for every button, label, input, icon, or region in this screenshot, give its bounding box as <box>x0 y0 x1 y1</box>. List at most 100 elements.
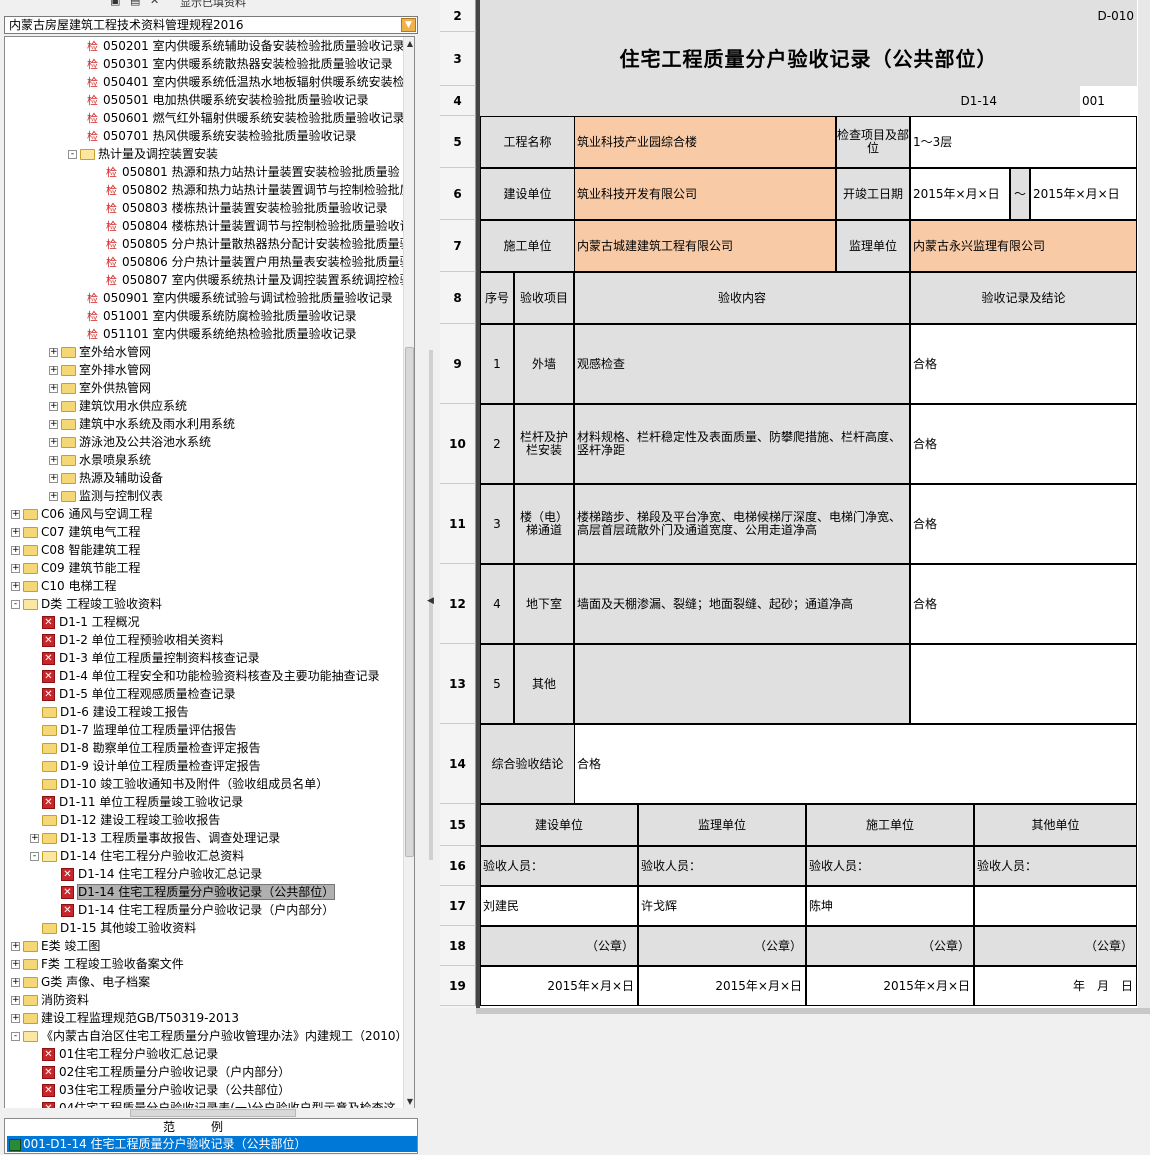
scroll-thumb[interactable] <box>405 347 414 857</box>
expand-icon[interactable]: + <box>11 978 20 987</box>
tree-node[interactable]: + 室外排水管网 <box>49 361 151 379</box>
owner-value[interactable]: 筑业科技开发有限公司 <box>574 168 836 220</box>
inspect-value[interactable]: 1～3层 <box>910 116 1137 168</box>
tree-node[interactable]: 检 050802 热源和热力站热计量装置调节与控制检验批质 <box>106 181 412 199</box>
row-header[interactable]: 15 <box>440 804 476 846</box>
tree-node[interactable]: 检 050701 热风供暖系统安装检验批质量验收记录 <box>87 127 357 145</box>
tree-node[interactable]: - 热计量及调控装置安装 <box>68 145 218 163</box>
expand-icon[interactable]: + <box>49 402 58 411</box>
sign-date[interactable]: 2015年×月×日 <box>806 966 974 1006</box>
tree-node[interactable]: ✕ D1-14 住宅工程质量分户验收记录（户内部分） <box>49 901 334 919</box>
item-result[interactable]: 合格 <box>910 564 1137 644</box>
spec-select[interactable]: 内蒙古房屋建筑工程技术资料管理规程2016 ▼ <box>4 16 418 34</box>
row-header[interactable]: 2 <box>440 0 476 32</box>
tree-node[interactable]: - D类 工程竣工验收资料 <box>11 595 162 613</box>
tree-node[interactable]: + 热源及辅助设备 <box>49 469 163 487</box>
row-header[interactable]: 3 <box>440 32 476 86</box>
tree-node[interactable]: + G类 声像、电子档案 <box>11 973 150 991</box>
row-header[interactable]: 10 <box>440 404 476 484</box>
sign-date[interactable]: 2015年×月×日 <box>480 966 638 1006</box>
item-result[interactable]: 合格 <box>910 404 1137 484</box>
tree-node[interactable]: ✕ D1-1 工程概况 <box>30 613 140 631</box>
sheet-vertical-scrollbar[interactable] <box>1138 0 1150 1008</box>
tree-node[interactable]: ✕ 01住宅工程分户验收汇总记录 <box>30 1045 218 1063</box>
row-header[interactable]: 13 <box>440 644 476 724</box>
row-header[interactable]: 12 <box>440 564 476 644</box>
tree-node[interactable]: + 建设工程监理规范GB/T50319-2013 <box>11 1009 239 1027</box>
tree-node[interactable]: + 监测与控制仪表 <box>49 487 163 505</box>
expand-icon[interactable]: + <box>11 996 20 1005</box>
tree-node[interactable]: 检 050806 分户热计量装置户用热量表安装检验批质量验 <box>106 253 412 271</box>
tree-node[interactable]: 检 050501 电加热供暖系统安装检验批质量验收记录 <box>87 91 369 109</box>
row-header[interactable]: 7 <box>440 220 476 272</box>
chevron-down-icon[interactable]: ▼ <box>401 18 416 32</box>
tree-node[interactable]: 检 050805 分户热计量散热器热分配计安装检验批质量验 <box>106 235 412 253</box>
collapse-icon[interactable]: - <box>68 150 77 159</box>
expand-icon[interactable]: + <box>11 942 20 951</box>
tree-node[interactable]: 检 050807 室内供暖系统热计量及调控装置系统调控检验 <box>106 271 412 289</box>
expand-icon[interactable]: + <box>49 348 58 357</box>
end-date[interactable]: 2015年×月×日 <box>1030 168 1137 220</box>
tree-node[interactable]: 检 050201 室内供暖系统辅助设备安装检验批质量验收记录 <box>87 37 405 55</box>
expand-icon[interactable]: + <box>49 384 58 393</box>
tree-node[interactable]: ✕ D1-11 单位工程质量竣工验收记录 <box>30 793 243 811</box>
row-header[interactable]: 11 <box>440 484 476 564</box>
scroll-down-icon[interactable]: ▼ <box>404 1095 414 1109</box>
pane-splitter[interactable]: ◀ <box>424 0 438 1155</box>
tree-node[interactable]: D1-7 监理单位工程质量评估报告 <box>30 721 237 739</box>
tree-node[interactable]: - 《内蒙古自治区住宅工程质量分户验收管理办法》内建规工（2010）1号 <box>11 1027 414 1045</box>
expand-icon[interactable]: + <box>11 510 20 519</box>
expand-icon[interactable]: + <box>11 564 20 573</box>
expand-icon[interactable]: + <box>11 582 20 591</box>
example-item[interactable]: 001-D1-14 住宅工程质量分户验收记录（公共部位） <box>7 1136 417 1152</box>
tree-node[interactable]: + 室外供热管网 <box>49 379 151 397</box>
tree-node[interactable]: ✕ D1-2 单位工程预验收相关资料 <box>30 631 224 649</box>
tree-node[interactable]: 检 050301 室内供暖系统散热器安装检验批质量验收记录 <box>87 55 393 73</box>
row-header[interactable]: 17 <box>440 886 476 926</box>
project-name-value[interactable]: 筑业科技产业园综合楼 <box>574 116 836 168</box>
tree-node[interactable]: 检 050401 室内供暖系统低温热水地板辐射供暖系统安装检 <box>87 73 405 91</box>
tree-node[interactable]: + 消防资料 <box>11 991 89 1009</box>
collapse-icon[interactable]: - <box>11 600 20 609</box>
item-result[interactable] <box>910 644 1137 724</box>
show-filled-button[interactable]: 显示已填资料 <box>180 0 246 9</box>
tree-horizontal-scrollbar[interactable] <box>4 1108 415 1118</box>
doc-number[interactable]: 001 <box>1080 86 1137 116</box>
sign-date[interactable]: 2015年×月×日 <box>638 966 806 1006</box>
expand-icon[interactable]: + <box>11 528 20 537</box>
toolbar-icon-3[interactable]: ✕ <box>150 0 159 8</box>
expand-icon[interactable]: + <box>30 834 39 843</box>
tree-node[interactable]: D1-8 勘察单位工程质量检查评定报告 <box>30 739 261 757</box>
tree-node[interactable]: 检 050804 楼栋热计量装置调节与控制检验批质量验收记 <box>106 217 412 235</box>
tree-node[interactable]: ✕ D1-5 单位工程观感质量检查记录 <box>30 685 236 703</box>
acceptor-name[interactable]: 刘建民 <box>480 886 638 926</box>
acceptor-name[interactable]: 许戈辉 <box>638 886 806 926</box>
tree-node[interactable]: + E类 竣工图 <box>11 937 100 955</box>
tree-node[interactable]: ✕ D1-14 住宅工程分户验收汇总记录 <box>49 865 262 883</box>
expand-icon[interactable]: + <box>49 438 58 447</box>
tree-node[interactable]: D1-6 建设工程竣工报告 <box>30 703 189 721</box>
row-header[interactable]: 6 <box>440 168 476 220</box>
tree-node[interactable]: D1-9 设计单位工程质量检查评定报告 <box>30 757 261 775</box>
tree-node[interactable]: + C06 通风与空调工程 <box>11 505 152 523</box>
form-grid[interactable]: D-010 住宅工程质量分户验收记录（公共部位） D1-14 001 工程名称 筑业科技产… <box>476 0 1138 1008</box>
tree-node[interactable]: D1-15 其他竣工验收资料 <box>30 919 196 937</box>
tree-node[interactable]: + 建筑中水系统及雨水利用系统 <box>49 415 235 433</box>
tree-node[interactable]: D1-10 竣工验收通知书及附件（验收组成员名单） <box>30 775 328 793</box>
row-header[interactable]: 8 <box>440 272 476 324</box>
tree-node[interactable]: ✕ 02住宅工程质量分户验收记录（户内部分） <box>30 1063 290 1081</box>
expand-icon[interactable]: + <box>49 492 58 501</box>
hscroll-thumb[interactable] <box>130 1109 296 1117</box>
row-header[interactable]: 4 <box>440 86 476 116</box>
document-tree[interactable]: 检 050201 室内供暖系统辅助设备安装检验批质量验收记录检 050301 室内供… <box>4 36 415 1110</box>
tree-node[interactable]: - D1-14 住宅工程分户验收汇总资料 <box>30 847 244 865</box>
expand-icon[interactable]: + <box>49 456 58 465</box>
tree-node[interactable]: 检 050601 燃气红外辐射供暖系统安装检验批质量验收记录 <box>87 109 405 127</box>
tree-node[interactable]: ✕ 03住宅工程质量分户验收记录（公共部位） <box>30 1081 290 1099</box>
tree-node[interactable]: + 水景喷泉系统 <box>49 451 151 469</box>
tree-node[interactable]: D1-12 建设工程竣工验收报告 <box>30 811 220 829</box>
scroll-up-icon[interactable]: ▲ <box>404 37 414 51</box>
expand-icon[interactable]: + <box>11 960 20 969</box>
collapse-left-icon[interactable]: ◀ <box>427 596 434 606</box>
collapse-icon[interactable]: - <box>30 852 39 861</box>
